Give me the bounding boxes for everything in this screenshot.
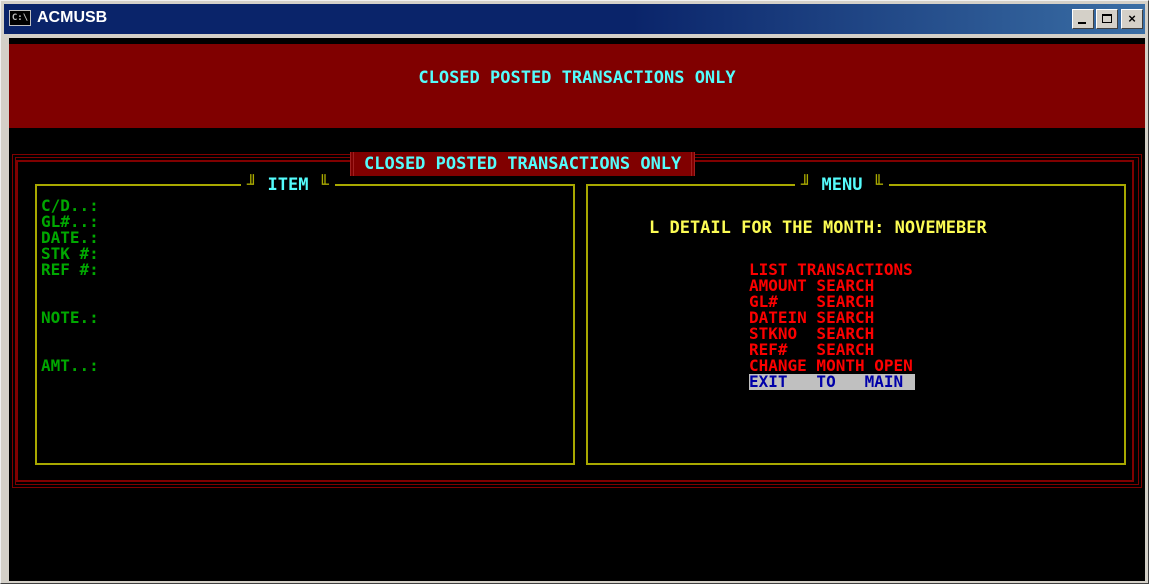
title-marker-left: ╜	[247, 175, 268, 195]
item-panel-title: ╜ ITEM ╙	[241, 175, 335, 195]
menu-panel-title: ╜ MENU ╙	[795, 175, 889, 195]
minimize-button[interactable]	[1072, 9, 1094, 29]
item-panel-title-text: ITEM	[267, 175, 309, 195]
title-marker-right: ╙	[862, 175, 883, 195]
maximize-button[interactable]	[1096, 9, 1118, 29]
menu-panel-title-text: MENU	[821, 175, 863, 195]
close-icon: ×	[1128, 11, 1136, 26]
banner-title: CLOSED POSTED TRANSACTIONS ONLY	[418, 68, 736, 88]
field-ref[interactable]: REF #:	[41, 262, 99, 278]
header-banner: CLOSED POSTED TRANSACTIONS ONLY	[9, 44, 1145, 128]
close-button[interactable]: ×	[1121, 9, 1143, 29]
title-bar[interactable]: C:\ ACMUSB ×	[4, 4, 1145, 34]
maximize-icon	[1102, 14, 1112, 23]
menu-item-exit-to-main[interactable]: EXIT TO MAIN	[749, 374, 916, 390]
item-panel	[35, 184, 575, 465]
minimize-icon	[1078, 22, 1086, 24]
console-window: C:\ ACMUSB × CLOSED POSTED TRANSACTIONS …	[0, 0, 1149, 584]
title-marker-right: ╙	[308, 175, 329, 195]
window-title: ACMUSB	[37, 9, 108, 26]
field-amt[interactable]: AMT..:	[41, 358, 99, 374]
field-note[interactable]: NOTE.:	[41, 310, 99, 326]
console-screen[interactable]: CLOSED POSTED TRANSACTIONS ONLY CLOSED P…	[9, 38, 1145, 581]
frame-title: CLOSED POSTED TRANSACTIONS ONLY	[350, 152, 696, 176]
title-marker-left: ╜	[801, 175, 822, 195]
console-icon[interactable]: C:\	[9, 10, 31, 26]
month-detail-line: L DETAIL FOR THE MONTH: NOVEMEBER	[649, 218, 987, 238]
